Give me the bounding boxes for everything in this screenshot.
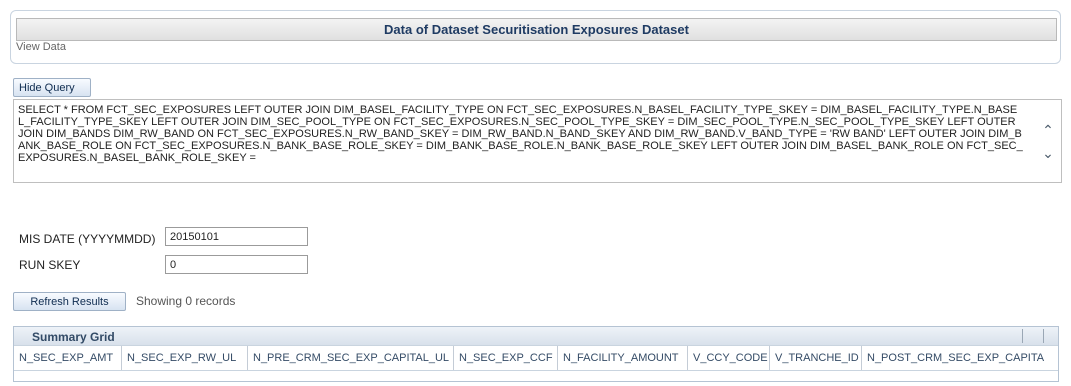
- query-textarea[interactable]: SELECT * FROM FCT_SEC_EXPOSURES LEFT OUT…: [13, 99, 1062, 183]
- record-count: Showing 0 records: [136, 294, 236, 308]
- page-header: Data of Dataset Securitisation Exposures…: [10, 10, 1061, 64]
- column-header[interactable]: N_SEC_EXP_CCF: [454, 346, 558, 370]
- chevron-up-icon[interactable]: ⌃: [1041, 123, 1055, 137]
- column-header[interactable]: N_POST_CRM_SEC_EXP_CAPITA: [862, 346, 1058, 370]
- refresh-results-button[interactable]: Refresh Results: [13, 292, 126, 311]
- mis-date-input[interactable]: [165, 227, 308, 246]
- mis-date-label: MIS DATE (YYYYMMDD): [19, 232, 156, 246]
- run-skey-label: RUN SKEY: [19, 258, 81, 272]
- column-header[interactable]: V_TRANCHE_ID: [770, 346, 862, 370]
- column-header[interactable]: N_FACILITY_AMOUNT: [558, 346, 688, 370]
- column-header[interactable]: N_PRE_CRM_SEC_EXP_CAPITAL_UL: [248, 346, 454, 370]
- query-text: SELECT * FROM FCT_SEC_EXPOSURES LEFT OUT…: [18, 104, 1023, 164]
- page-subtitle: View Data: [16, 41, 66, 53]
- column-header[interactable]: V_CCY_CODE: [688, 346, 770, 370]
- grid-toolbar: [1022, 329, 1044, 343]
- grid-header: Summary Grid: [14, 327, 1058, 346]
- column-header[interactable]: N_SEC_EXP_RW_UL: [122, 346, 248, 370]
- run-skey-input[interactable]: [165, 255, 308, 274]
- grid-column-headers: N_SEC_EXP_AMT N_SEC_EXP_RW_UL N_PRE_CRM_…: [14, 346, 1058, 371]
- page-title: Data of Dataset Securitisation Exposures…: [16, 18, 1057, 41]
- hide-query-button[interactable]: Hide Query: [13, 78, 91, 97]
- grid-title: Summary Grid: [32, 330, 115, 344]
- column-header[interactable]: N_SEC_EXP_AMT: [14, 346, 122, 370]
- chevron-down-icon[interactable]: ⌄: [1041, 146, 1055, 160]
- summary-grid: Summary Grid N_SEC_EXP_AMT N_SEC_EXP_RW_…: [13, 326, 1059, 382]
